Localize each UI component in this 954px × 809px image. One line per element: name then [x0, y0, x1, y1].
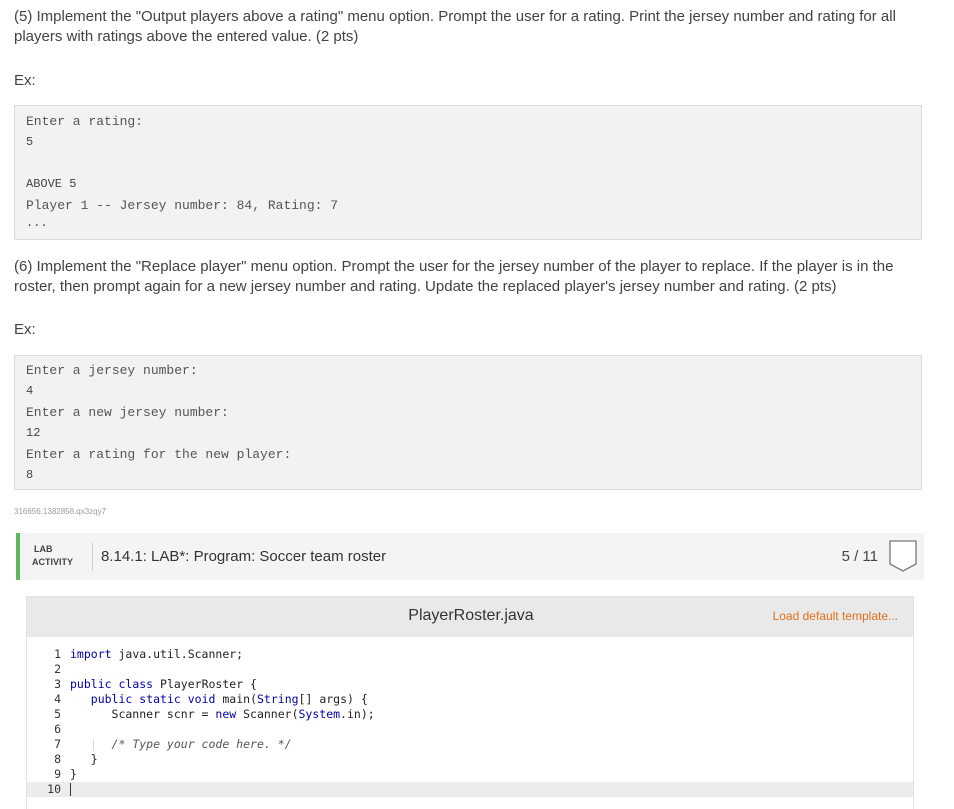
reference-id: 316656.1382858.qx3zqy7 [14, 507, 106, 516]
code-line: 6 [27, 722, 913, 737]
text-cursor [70, 783, 71, 796]
step6-ex-label: Ex: [14, 321, 36, 338]
line-number: 3 [27, 677, 61, 692]
code-line: 7 /* Type your code here. */ [27, 737, 913, 752]
code-line-active: 10 [27, 782, 913, 797]
code-text: public static void main(String[] args) { [70, 692, 368, 707]
code-line: 1 import java.util.Scanner; [27, 647, 913, 662]
line-number: 2 [27, 662, 61, 677]
line-number: 6 [27, 722, 61, 737]
example-line: ABOVE 5 [26, 177, 76, 191]
line-number: 9 [27, 767, 61, 782]
code-text: public class PlayerRoster { [70, 677, 257, 692]
code-line: 4 public static void main(String[] args)… [27, 692, 913, 707]
editor-header: PlayerRoster.java Load default template.… [27, 597, 913, 637]
step5-instructions: (5) Implement the "Output players above … [14, 7, 930, 47]
lab-score: 5 / 11 [842, 548, 878, 565]
example-line: Enter a rating: [26, 114, 143, 129]
code-editor[interactable]: PlayerRoster.java Load default template.… [26, 596, 914, 809]
lab-tag-line: LAB [32, 543, 73, 556]
lab-tag-line: ACTIVITY [32, 556, 73, 569]
example-line: Enter a rating for the new player: [26, 447, 291, 462]
lab-activity-header: LAB ACTIVITY 8.14.1: LAB*: Program: Socc… [16, 533, 924, 580]
code-text: import java.util.Scanner; [70, 647, 243, 662]
step6-example-box: Enter a jersey number: 4 Enter a new jer… [14, 355, 922, 490]
step5-ex-label: Ex: [14, 72, 36, 89]
code-text: } [70, 752, 98, 767]
example-line: 12 [26, 426, 40, 440]
code-text: } [70, 767, 77, 782]
code-line: 3 public class PlayerRoster { [27, 677, 913, 692]
divider [92, 543, 93, 571]
step6-instructions: (6) Implement the "Replace player" menu … [14, 257, 930, 297]
lab-activity-tag: LAB ACTIVITY [32, 543, 73, 569]
line-number: 5 [27, 707, 61, 722]
example-line: ... [26, 216, 48, 230]
example-line: Enter a new jersey number: [26, 405, 229, 420]
code-text: /* Type your code here. */ [70, 737, 292, 752]
example-line: Player 1 -- Jersey number: 84, Rating: 7 [26, 198, 338, 213]
code-line: 9 } [27, 767, 913, 782]
lab-title: 8.14.1: LAB*: Program: Soccer team roste… [101, 548, 386, 565]
example-line: 4 [26, 384, 33, 398]
line-number: 8 [27, 752, 61, 767]
code-line: 5 Scanner scnr = new Scanner(System.in); [27, 707, 913, 722]
load-default-template-link[interactable]: Load default template... [773, 609, 898, 623]
example-line: Enter a jersey number: [26, 363, 198, 378]
line-number: 4 [27, 692, 61, 707]
step5-example-box: Enter a rating: 5 ABOVE 5 Player 1 -- Je… [14, 105, 922, 240]
completion-badge-icon [889, 540, 917, 572]
line-number: 7 [27, 737, 61, 752]
line-number: 1 [27, 647, 61, 662]
code-text: Scanner scnr = new Scanner(System.in); [70, 707, 375, 722]
code-line: 2 [27, 662, 913, 677]
code-area[interactable]: 1 import java.util.Scanner; 2 3 public c… [27, 647, 913, 797]
code-line: 8 } [27, 752, 913, 767]
line-number: 10 [27, 782, 61, 797]
example-line: 8 [26, 468, 33, 482]
example-line: 5 [26, 135, 33, 149]
